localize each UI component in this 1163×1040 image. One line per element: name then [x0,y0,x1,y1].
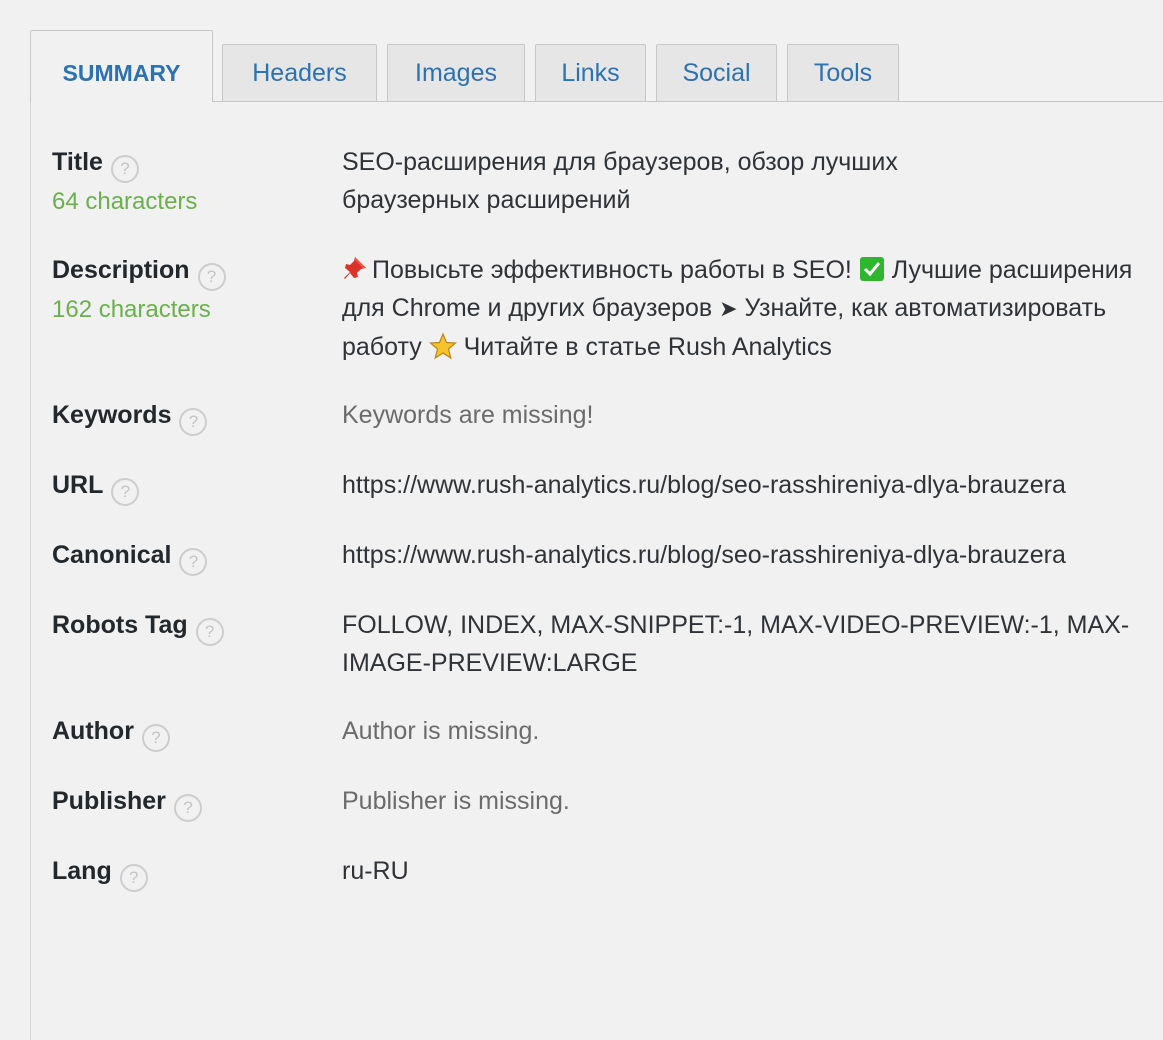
check-mark-icon [859,255,885,281]
canonical-value: https://www.rush-analytics.ru/blog/seo-r… [342,541,1066,569]
description-label: Description [52,256,190,284]
robots-tag-value: FOLLOW, INDEX, MAX-SNIPPET:-1, MAX-VIDEO… [342,611,1130,677]
lang-label: Lang [52,857,112,885]
row-title: Title? 64 characters SEO-расширения для … [52,143,1152,221]
publisher-label: Publisher [52,787,166,815]
title-char-count: 64 characters [52,188,198,215]
panel-border [30,100,31,1040]
author-label: Author [52,717,134,745]
help-icon[interactable]: ? [119,864,148,892]
pushpin-icon [342,254,368,280]
tab-social[interactable]: Social [656,44,777,102]
row-url: URL? https://www.rush-analytics.ru/blog/… [52,466,1152,506]
row-keywords: Keywords? Keywords are missing! [52,396,1152,436]
help-icon[interactable]: ? [110,155,139,183]
help-icon[interactable]: ? [179,548,208,576]
row-canonical: Canonical? https://www.rush-analytics.ru… [52,536,1152,576]
summary-panel: Title? 64 characters SEO-расширения для … [52,143,1152,922]
help-icon[interactable]: ? [195,618,224,646]
row-robots-tag: Robots Tag? FOLLOW, INDEX, MAX-SNIPPET:-… [52,606,1152,682]
arrow-icon: ➤ [719,296,738,321]
row-lang: Lang? ru-RU [52,852,1152,892]
tab-tools[interactable]: Tools [787,44,899,102]
help-icon[interactable]: ? [179,408,208,436]
help-icon[interactable]: ? [141,724,170,752]
tab-images[interactable]: Images [387,44,525,102]
keywords-value: Keywords are missing! [342,401,594,429]
description-text-4: Читайте в статье Rush Analytics [463,333,832,361]
help-icon[interactable]: ? [111,478,140,506]
tab-bar: SUMMARY Headers Images Links Social Tool… [30,30,909,102]
help-icon[interactable]: ? [173,794,202,822]
title-label: Title [52,148,103,176]
author-value: Author is missing. [342,717,540,745]
url-value: https://www.rush-analytics.ru/blog/seo-r… [342,471,1066,499]
help-icon[interactable]: ? [197,263,226,291]
row-author: Author? Author is missing. [52,712,1152,752]
lang-value: ru-RU [342,857,409,885]
star-icon [428,332,457,360]
publisher-value: Publisher is missing. [342,787,570,815]
row-publisher: Publisher? Publisher is missing. [52,782,1152,822]
robots-tag-label: Robots Tag [52,611,188,639]
description-text-1: Повысьте эффективность работы в SEO! [372,256,852,284]
title-value: SEO-расширения для браузеров, обзор лучш… [342,148,898,214]
tab-summary[interactable]: SUMMARY [30,30,213,102]
tab-divider [212,101,1163,102]
keywords-label: Keywords [52,401,172,429]
description-value: Повысьте эффективность работы в SEO! Луч… [342,251,1152,366]
tab-headers[interactable]: Headers [222,44,377,102]
canonical-label: Canonical [52,541,172,569]
tab-links[interactable]: Links [535,44,646,102]
row-description: Description? 162 characters Повысьте эфф… [52,251,1152,366]
description-char-count: 162 characters [52,296,211,323]
url-label: URL [52,471,104,499]
